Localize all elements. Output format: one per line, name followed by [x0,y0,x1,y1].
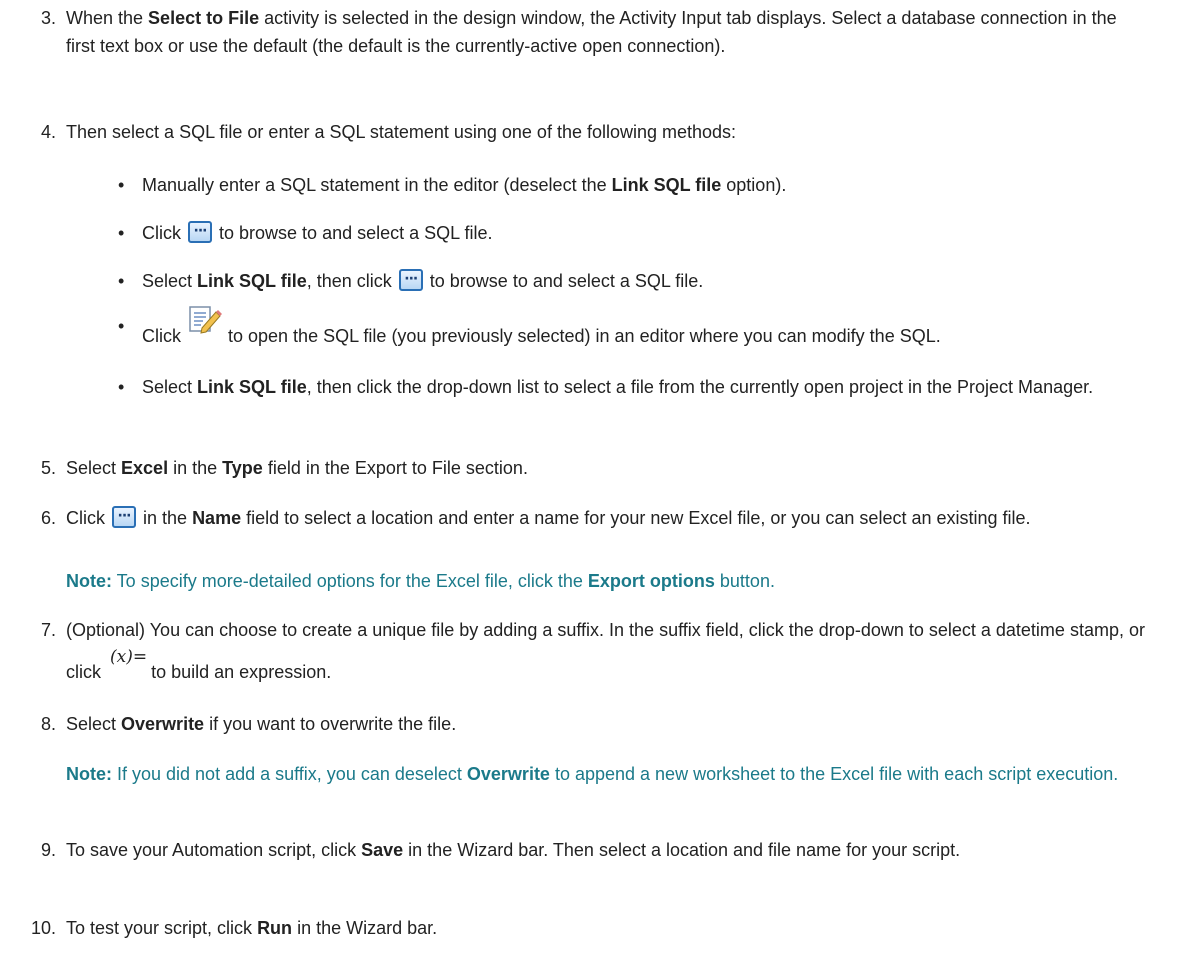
step-text: When the Select to File activity is sele… [66,8,1117,56]
step-text: To test your script, click Run in the Wi… [66,918,438,938]
list-item-text: Manually enter a SQL statement in the ed… [142,175,787,195]
browse-ellipsis-icon: ··· [188,221,212,244]
step-number: 9. [40,840,56,860]
edit-file-icon [188,304,222,342]
step-text: (Optional) You can choose to create a un… [66,620,1145,682]
note: Note: To specify more-detailed options f… [66,571,775,591]
list-item-text: Select Link SQL file, then click ··· to … [142,269,704,292]
step-text: Click ··· in the Name field to select a … [66,506,1031,529]
step-number: 8. [40,714,56,734]
step-number: 5. [40,458,56,478]
step-number: 3. [40,8,56,28]
list-item-text: Select Link SQL file, then click the dro… [142,377,1094,397]
list-item-text: Click to open the SQL file (you previous… [142,306,1152,356]
step-number: 6. [40,508,56,528]
step-number: 4. [40,122,56,142]
step-number: 7. [40,620,56,640]
expression-builder-icon: (x)= [110,647,148,668]
note: Note: If you did not add a suffix, you c… [66,764,1119,784]
step-text: To save your Automation script, click Sa… [66,840,961,860]
list-item-text: Click ··· to browse to and select a SQL … [142,221,493,244]
step-number: 10. [30,918,56,938]
step-text: Then select a SQL file or enter a SQL st… [66,122,737,142]
instruction-document: 3. When the Select to File activity is s… [0,0,1189,978]
step-text: Select Overwrite if you want to overwrit… [66,714,457,734]
browse-ellipsis-icon: ··· [398,269,423,292]
step-text: Select Excel in the Type field in the Ex… [66,458,528,478]
browse-ellipsis-icon: ··· [112,506,136,529]
